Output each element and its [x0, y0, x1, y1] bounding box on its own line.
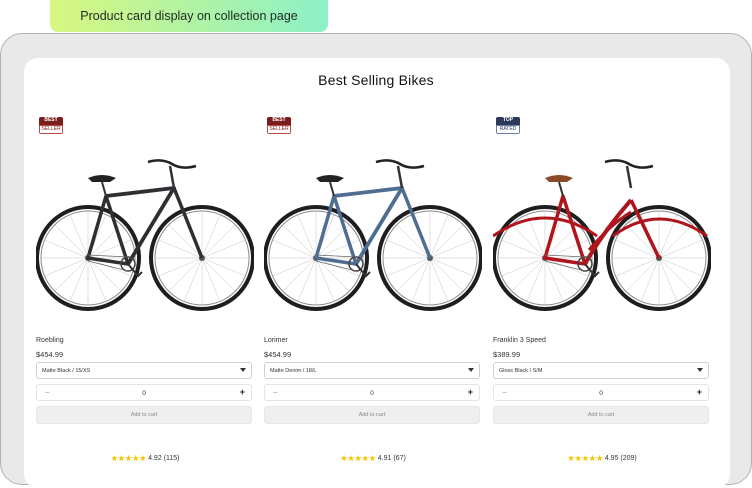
plus-icon[interactable]: +: [697, 387, 702, 397]
product-card: BEST SELLER Roebling $454.99 Matte Black…: [36, 114, 254, 464]
variant-select[interactable]: Matte Denim / 18/L: [264, 362, 480, 379]
rating-value: 4.92: [148, 455, 162, 462]
section-title: Best Selling Bikes: [318, 72, 434, 88]
rating-row[interactable]: ★★★★★ 4.92 (115): [36, 453, 254, 464]
variant-value: Gloss Black / S/M: [499, 367, 543, 374]
rating-row[interactable]: ★★★★★ 4.95 (209): [493, 453, 711, 464]
top-rated-badge: TOP RATED: [496, 117, 520, 134]
product-name[interactable]: Lorimer: [264, 337, 288, 344]
add-to-cart-button[interactable]: Add to cart: [36, 406, 252, 424]
quantity-stepper[interactable]: − 0 +: [264, 384, 480, 401]
product-price: $389.99: [493, 350, 521, 359]
review-count: (67): [393, 455, 406, 462]
star-rating-icon: ★★★★★: [567, 453, 603, 463]
quantity-stepper[interactable]: − 0 +: [36, 384, 252, 401]
rating-value: 4.95: [604, 455, 619, 462]
quantity-value[interactable]: 0: [494, 390, 708, 397]
add-to-cart-button[interactable]: Add to cart: [493, 406, 709, 424]
caption-tag: Product card display on collection page: [50, 0, 328, 32]
quantity-stepper[interactable]: − 0 +: [493, 384, 709, 401]
variant-select[interactable]: Gloss Black / S/M: [493, 362, 709, 379]
review-count: (209): [620, 455, 637, 462]
product-image[interactable]: [264, 140, 482, 318]
add-to-cart-button[interactable]: Add to cart: [264, 406, 480, 424]
variant-value: Matte Denim / 18/L: [270, 367, 317, 374]
product-name[interactable]: Roebling: [36, 337, 64, 344]
best-seller-badge: BEST SELLER: [267, 117, 291, 134]
review-count: (115): [163, 455, 180, 462]
rating-value: 4.91: [377, 455, 392, 462]
star-rating-icon: ★★★★★: [110, 453, 147, 463]
product-price: $454.99: [264, 350, 292, 359]
best-seller-badge: BEST SELLER: [39, 117, 63, 134]
plus-icon[interactable]: +: [240, 387, 245, 397]
chevron-down-icon: [468, 368, 474, 372]
product-card: BEST SELLER Lorimer $454.99 Matte Denim …: [264, 114, 482, 464]
product-image[interactable]: [493, 140, 711, 318]
product-card: TOP RATED Franklin 3 Speed $389.99 Gloss…: [493, 114, 711, 464]
star-rating-icon: ★★★★★: [340, 453, 376, 463]
variant-select[interactable]: Matte Black / 15/XS: [36, 362, 252, 379]
quantity-value[interactable]: 0: [265, 390, 479, 397]
rating-row[interactable]: ★★★★★ 4.91 (67): [264, 453, 482, 464]
product-name[interactable]: Franklin 3 Speed: [493, 337, 546, 344]
variant-value: Matte Black / 15/XS: [42, 367, 91, 374]
plus-icon[interactable]: +: [468, 387, 473, 397]
product-image[interactable]: [36, 140, 254, 318]
quantity-value[interactable]: 0: [37, 390, 251, 397]
chevron-down-icon: [697, 368, 703, 372]
caption-text: Product card display on collection page: [80, 9, 298, 23]
product-price: $454.99: [36, 350, 64, 359]
chevron-down-icon: [240, 368, 246, 372]
